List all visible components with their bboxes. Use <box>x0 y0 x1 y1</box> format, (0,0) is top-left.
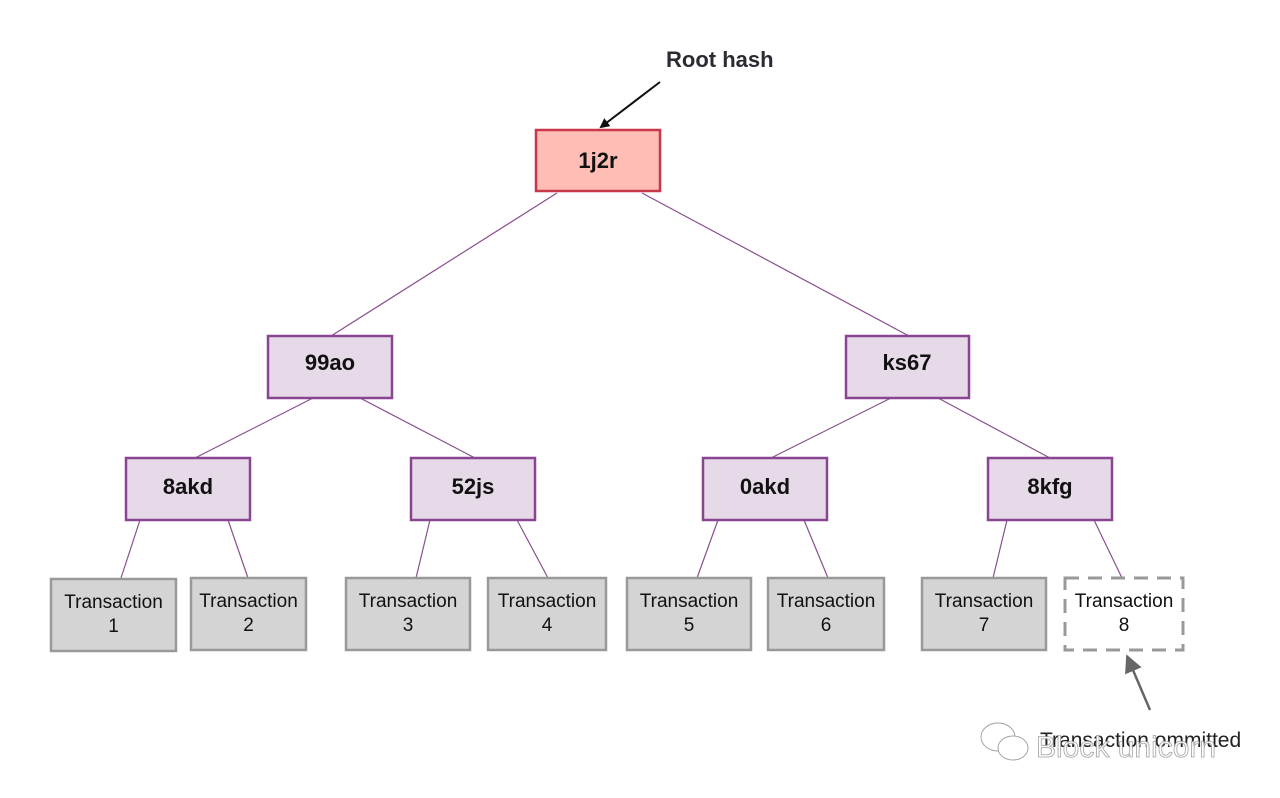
hash-node: 52js <box>409 456 537 522</box>
transaction-node: Transaction 7 <box>920 576 1048 652</box>
edge <box>359 397 476 459</box>
transaction-node: Transaction 1 <box>49 577 178 653</box>
transaction-label: Transaction <box>498 591 597 612</box>
transaction-box <box>1063 576 1185 652</box>
edge <box>803 519 829 579</box>
hash-node: 8akd <box>124 456 252 522</box>
edge <box>330 192 558 337</box>
transaction-number: 2 <box>243 615 254 636</box>
hash-node: 8kfg <box>986 456 1114 522</box>
root-hash-annotation: Root hash <box>666 47 774 72</box>
transaction-number: 7 <box>979 615 990 636</box>
edge <box>227 519 249 579</box>
merkle-tree-diagram: 1j2r Root hash 99ao ks67 8akd 52js 0akd … <box>49 47 1241 764</box>
hash-label: 8akd <box>163 474 213 499</box>
watermark-text: Block unicorn <box>1036 731 1216 764</box>
transaction-label: Transaction <box>359 591 458 612</box>
edge <box>516 519 549 579</box>
transaction-box <box>344 576 472 652</box>
transaction-node: Transaction 5 <box>625 576 753 652</box>
edge <box>641 192 910 337</box>
edge <box>937 397 1051 459</box>
transaction-node: Transaction 8 <box>1063 576 1185 652</box>
transaction-node: Transaction 6 <box>766 576 886 652</box>
transaction-label: Transaction <box>1075 591 1174 612</box>
transaction-label: Transaction <box>64 592 163 613</box>
edge <box>770 397 892 459</box>
transaction-number: 1 <box>108 616 119 637</box>
root-node: 1j2r <box>534 128 662 193</box>
edge <box>696 519 719 579</box>
transaction-number: 3 <box>403 615 414 636</box>
hash-node: ks67 <box>844 334 971 400</box>
root-hash-label: 1j2r <box>578 148 618 173</box>
transaction-number: 5 <box>684 615 695 636</box>
transaction-box <box>49 577 178 653</box>
edge <box>120 519 141 579</box>
root-arrow <box>599 81 661 129</box>
transaction-box <box>189 576 308 652</box>
transaction-label: Transaction <box>935 591 1034 612</box>
transactions: Transaction1Transaction2Transaction3Tran… <box>49 576 1185 653</box>
edge <box>415 519 431 579</box>
transaction-box <box>625 576 753 652</box>
hash-label: 8kfg <box>1027 474 1072 499</box>
transaction-box <box>766 576 886 652</box>
edge <box>1093 519 1123 579</box>
hash-node: 0akd <box>701 456 829 522</box>
omitted-arrow <box>1125 654 1152 711</box>
transaction-number: 6 <box>821 615 832 636</box>
transaction-node: Transaction 4 <box>486 576 608 652</box>
hash-label: 52js <box>452 474 495 499</box>
hash-label: 0akd <box>740 474 790 499</box>
transaction-label: Transaction <box>777 591 876 612</box>
edge <box>194 397 314 459</box>
transaction-label: Transaction <box>199 591 298 612</box>
hash-label: 99ao <box>305 350 355 375</box>
transaction-box <box>486 576 608 652</box>
hash-label: ks67 <box>883 350 932 375</box>
transaction-label: Transaction <box>640 591 739 612</box>
edge <box>992 519 1008 579</box>
hash-node: 99ao <box>266 334 394 400</box>
transaction-number: 4 <box>542 615 553 636</box>
transaction-number: 8 <box>1119 615 1130 636</box>
transaction-node: Transaction 3 <box>344 576 472 652</box>
transaction-node: Transaction 2 <box>189 576 308 652</box>
transaction-box <box>920 576 1048 652</box>
wechat-icon <box>980 722 1029 761</box>
